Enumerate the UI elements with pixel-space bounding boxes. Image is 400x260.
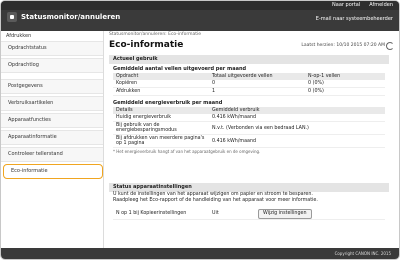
table-cell: 1	[209, 87, 305, 96]
table-row: N op 1 bij Kopieerinstellingen Uit Wijzi…	[113, 208, 385, 220]
column-header: Opdracht	[113, 73, 209, 80]
portal-link[interactable]: Naar portal	[332, 2, 360, 8]
settings-section: Status apparaatinstellingen U kunt de in…	[109, 183, 389, 220]
top-bar: Naar portal Afmelden	[1, 1, 399, 10]
sidebar-item-counter-check[interactable]: Controleer tellerstand	[1, 147, 103, 162]
table-row: Bij afdrukken van meerdere pagina's op 1…	[113, 134, 385, 148]
table-cell: N.v.t. (Verbonden via een bedraad LAN.)	[209, 121, 385, 135]
table-row: Kopiëren 0 0 (0%)	[113, 80, 385, 88]
sidebar-item-job-status[interactable]: Opdrachtstatus	[1, 41, 103, 56]
header: Naar portal Afmelden Statusmonitor/annul…	[1, 1, 399, 31]
main-content: Statusmonitor/annuleren: Eco-informatie …	[105, 31, 399, 259]
column-header: Details	[113, 107, 209, 114]
sidebar-item-mail-data[interactable]: Postgegevens	[1, 79, 103, 94]
sidebar-item-device-info[interactable]: Apparaatinformatie	[1, 130, 103, 145]
setting-value: Uit	[209, 208, 255, 220]
settings-description: Raadpleeg het Eco-rapport of de handleid…	[113, 198, 318, 203]
settings-table: N op 1 bij Kopieerinstellingen Uit Wijzi…	[113, 208, 385, 220]
section-heading: Actueel gebruik	[109, 55, 389, 64]
table-row: Afdrukken 1 0 (0%)	[113, 87, 385, 96]
sheets-table: Opdracht Totaal uitgevoerde vellen N-op-…	[113, 73, 385, 96]
table-cell: 0 (0%)	[305, 80, 385, 88]
actual-use-section: Actueel gebruik Gemiddeld aantal vellen …	[109, 55, 389, 154]
page-title: Eco-informatie	[109, 40, 184, 50]
refresh-icon[interactable]	[386, 42, 394, 50]
table-cell: Kopiëren	[113, 80, 209, 88]
power-table: Details Gemiddeld verbruik Huidig energi…	[113, 107, 385, 148]
table-row: Huidig energieverbruik 0.416 kWh/maand	[113, 114, 385, 122]
sidebar-item-consumables[interactable]: Verbruiksartikelen	[1, 96, 103, 111]
change-settings-button[interactable]: Wijzig instellingen	[258, 208, 312, 219]
table-row: Bij gebruik van de energiebesparingsmodu…	[113, 121, 385, 135]
table-cell: 0.416 kWh/maand	[209, 114, 385, 122]
status-monitor-icon	[7, 12, 17, 22]
sidebar: Afdrukken Opdrachtstatus Opdrachtlog Pos…	[1, 31, 104, 259]
column-header: N-op-1 vellen	[305, 73, 385, 80]
app-logo: Statusmonitor/annuleren	[7, 12, 120, 22]
power-heading: Gemiddeld energieverbruik per maand	[113, 100, 223, 106]
app-title: Statusmonitor/annuleren	[21, 13, 121, 21]
power-note: * Het energieverbruik hangt af van het a…	[113, 149, 261, 154]
sidebar-item-eco-info[interactable]: Eco-informatie	[3, 164, 103, 179]
column-header: Totaal uitgevoerde vellen	[209, 73, 305, 80]
section-heading: Status apparaatinstellingen	[109, 183, 389, 192]
footer: Copyright CANON INC. 2015	[1, 248, 399, 259]
sidebar-item-device-features[interactable]: Apparaatfuncties	[1, 113, 103, 128]
browser-frame: Naar portal Afmelden Statusmonitor/annul…	[0, 0, 400, 260]
logout-link[interactable]: Afmelden	[369, 2, 393, 8]
table-cell: Bij gebruik van de energiebesparingsmodu…	[113, 121, 209, 135]
column-header: Gemiddeld verbruik	[209, 107, 385, 114]
table-cell: Huidig energieverbruik	[113, 114, 209, 122]
breadcrumb: Statusmonitor/annuleren: Eco-informatie	[109, 32, 202, 37]
table-cell: 0	[209, 80, 305, 88]
table-cell: Bij afdrukken van meerdere pagina's op 1…	[113, 134, 209, 148]
table-cell: 0 (0%)	[305, 87, 385, 96]
email-admin-link[interactable]: E-mail naar systeembeheerder	[316, 16, 393, 22]
sidebar-heading: Afdrukken	[6, 33, 32, 39]
last-updated: Laatst herzien: 10/10 2015 07:20 AM	[301, 43, 385, 48]
table-cell: Afdrukken	[113, 87, 209, 96]
sidebar-menu: Opdrachtstatus Opdrachtlog Postgegevens …	[1, 41, 103, 181]
setting-label: N op 1 bij Kopieerinstellingen	[113, 208, 209, 220]
top-links: Naar portal Afmelden	[332, 2, 393, 8]
sheets-heading: Gemiddeld aantal vellen uitgevoerd per m…	[113, 66, 247, 72]
sidebar-item-job-log[interactable]: Opdrachtlog	[1, 58, 103, 73]
table-cell: 0.416 kWh/maand	[209, 134, 385, 148]
